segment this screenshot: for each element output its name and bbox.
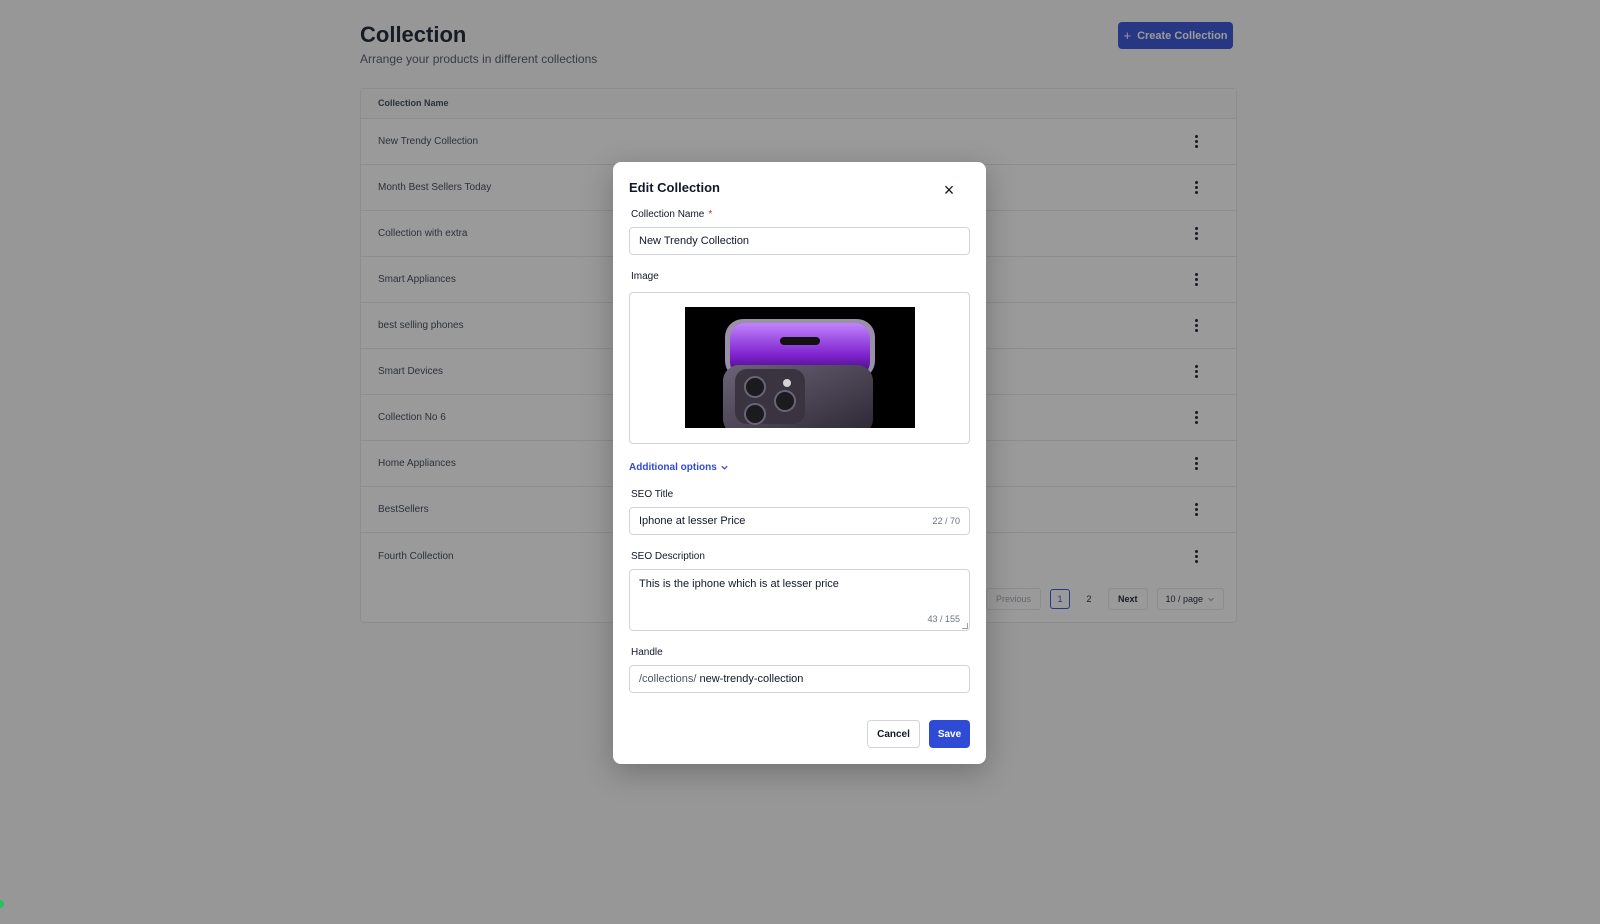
handle-prefix: /collections/ — [639, 673, 697, 685]
collection-name-input[interactable]: New Trendy Collection — [629, 227, 970, 255]
collection-name-value: New Trendy Collection — [639, 235, 750, 247]
handle-value: new-trendy-collection — [699, 673, 804, 685]
collection-name-label: Collection Name * — [631, 209, 713, 220]
seo-title-value: Iphone at lesser Price — [639, 515, 746, 527]
seo-description-textarea[interactable]: This is the iphone which is at lesser pr… — [629, 569, 970, 631]
image-label: Image — [631, 271, 659, 282]
resize-handle-icon[interactable] — [962, 623, 968, 629]
seo-title-label: SEO Title — [631, 489, 674, 500]
seo-description-value: This is the iphone which is at lesser pr… — [639, 578, 839, 590]
save-button[interactable]: Save — [929, 720, 970, 748]
seo-title-input[interactable]: Iphone at lesser Price 22 / 70 — [629, 507, 970, 535]
seo-description-counter: 43 / 155 — [927, 614, 960, 624]
collection-image — [685, 307, 915, 428]
required-mark: * — [708, 209, 713, 220]
seo-description-label: SEO Description — [631, 551, 705, 562]
seo-title-counter: 22 / 70 — [932, 516, 960, 526]
handle-label: Handle — [631, 647, 663, 658]
cancel-button[interactable]: Cancel — [867, 720, 920, 748]
chevron-down-icon — [721, 465, 728, 470]
close-icon[interactable]: × — [939, 180, 959, 200]
image-upload[interactable] — [629, 292, 970, 444]
handle-input[interactable]: /collections/ new-trendy-collection — [629, 665, 970, 693]
additional-options-toggle[interactable]: Additional options — [629, 462, 729, 473]
additional-options-label: Additional options — [629, 462, 717, 473]
edit-collection-modal: Edit Collection × Collection Name * New T… — [613, 162, 986, 764]
modal-title: Edit Collection — [629, 180, 720, 195]
